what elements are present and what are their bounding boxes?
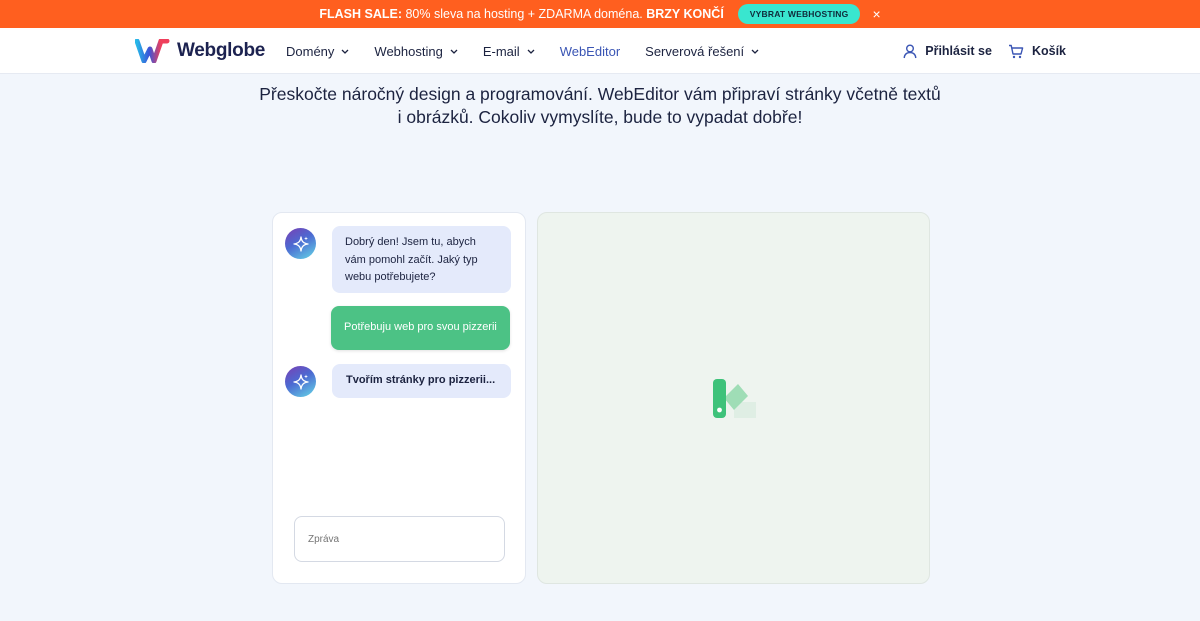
promo-text-offer: 80% sleva na hosting + ZDARMA doména.	[402, 7, 647, 21]
cart-icon	[1008, 44, 1024, 58]
promo-text-ending: BRZY KONČÍ	[646, 7, 724, 21]
cart-label: Košík	[1031, 44, 1066, 58]
website-preview-panel	[537, 212, 930, 584]
cart-link[interactable]: Košík	[1008, 44, 1066, 59]
chevron-down-icon	[527, 49, 535, 54]
login-label: Přihlásit se	[925, 44, 992, 58]
nav-item-domeny[interactable]: Domény	[286, 44, 349, 59]
nav-item-email[interactable]: E-mail	[483, 44, 535, 59]
promo-text: FLASH SALE: 80% sleva na hosting + ZDARM…	[319, 7, 723, 21]
bot-message-typing: Tvořím stránky pro pizzerii...	[332, 364, 511, 398]
nav-item-label: E-mail	[482, 43, 520, 59]
bot-avatar	[285, 366, 316, 397]
main-nav: Domény Webhosting E-mail WebEditor Serve…	[286, 28, 784, 74]
chevron-down-icon	[751, 49, 759, 54]
chat-panel: Dobrý den! Jsem tu, abych vám pomohl zač…	[272, 212, 526, 584]
webeditor-loader-icon	[713, 379, 756, 418]
account-nav: Přihlásit se Košík	[887, 28, 1066, 74]
user-icon	[903, 44, 917, 58]
nav-item-label: Domény	[286, 43, 335, 59]
sparkle-icon	[292, 373, 309, 390]
nav-item-webeditor[interactable]: WebEditor	[560, 44, 620, 59]
close-icon[interactable]: ×	[872, 7, 880, 21]
bot-message: Dobrý den! Jsem tu, abych vám pomohl zač…	[332, 226, 511, 293]
sparkle-icon	[292, 235, 309, 252]
nav-item-webhosting[interactable]: Webhosting	[374, 43, 458, 59]
nav-item-label: Serverová řešení	[645, 43, 745, 59]
nav-item-label: Webhosting	[374, 43, 443, 59]
logo-text: Webglobe	[177, 40, 266, 61]
logo[interactable]: Webglobe	[135, 39, 265, 63]
hero-line-2: i obrázků. Cokoliv vymyslíte, bude to vy…	[397, 107, 803, 127]
chevron-down-icon	[450, 49, 458, 54]
webglobe-logo-icon	[135, 39, 170, 63]
promo-banner: FLASH SALE: 80% sleva na hosting + ZDARM…	[0, 0, 1200, 28]
login-link[interactable]: Přihlásit se	[903, 44, 992, 59]
chevron-down-icon	[341, 49, 349, 54]
message-input[interactable]	[294, 516, 505, 562]
hero-description: Přeskočte náročný design a programování.…	[250, 83, 950, 129]
bot-avatar	[285, 228, 316, 259]
choose-webhosting-button[interactable]: VYBRAT WEBHOSTING	[737, 4, 861, 24]
hero-line-1: Přeskočte náročný design a programování.…	[259, 84, 941, 104]
promo-text-sale: FLASH SALE:	[319, 7, 402, 21]
nav-item-label: WebEditor	[559, 43, 621, 59]
user-message: Potřebuju web pro svou pizzerii	[331, 306, 510, 350]
nav-item-server-solutions[interactable]: Serverová řešení	[645, 44, 759, 59]
site-header: Webglobe Domény Webhosting E-mail WebEdi…	[0, 28, 1200, 74]
